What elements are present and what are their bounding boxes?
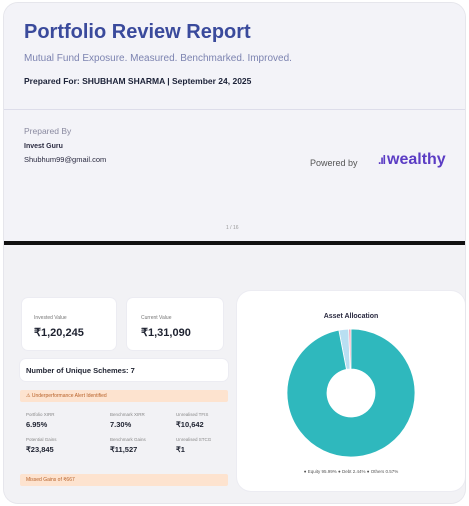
allocation-title: Asset Allocation — [323, 313, 379, 320]
metric-label: Unrealised TFIS — [176, 412, 209, 417]
allocation-card: Asset Allocation ● Equity 95.99% ● Debt … — [237, 291, 465, 491]
invested-value: ₹1,20,245 — [34, 327, 84, 339]
prepared-by-org: Invest Guru — [24, 143, 63, 150]
invested-card: Invested Value ₹1,20,245 — [22, 298, 116, 350]
alert-banner: ⚠ Underperformance Alert Identified — [20, 390, 228, 402]
current-value: ₹1,31,090 — [141, 327, 191, 339]
page-separator — [4, 241, 465, 245]
metric-label: Benchmark Gains — [110, 437, 146, 442]
metric-label: Potential Gains — [26, 437, 57, 442]
divider — [4, 109, 465, 110]
metric-value: ₹10,642 — [176, 420, 204, 429]
current-card: Current Value ₹1,31,090 — [127, 298, 223, 350]
metric-label: Portfolio XIRR — [26, 412, 55, 417]
invested-label: Invested Value — [34, 315, 67, 321]
allocation-donut — [286, 328, 416, 458]
summary-page: Invested Value ₹1,20,245 Current Value ₹… — [4, 247, 465, 503]
wealthy-logo-icon: .ıl — [378, 153, 386, 167]
metric-label: Unrealised STCG — [176, 437, 212, 442]
prepared-by-email: Shubhum99@gmail.com — [24, 155, 107, 164]
wealthy-logo: .ıl wealthy — [378, 151, 446, 169]
missed-gains-banner: Missed Gains of ₹667 — [20, 474, 228, 486]
unique-schemes: Number of Unique Schemes: 7 — [26, 366, 135, 375]
page-title: Portfolio Review Report — [24, 21, 251, 43]
current-label: Current Value — [141, 315, 172, 321]
metric-value: ₹1 — [176, 445, 185, 454]
metric-value: ₹11,527 — [110, 445, 138, 454]
brand-name: wealthy — [387, 151, 446, 168]
page-number: 1 / 16 — [226, 225, 239, 231]
metric-value: 7.30% — [110, 420, 132, 429]
alert-text: ⚠ Underperformance Alert Identified — [26, 393, 107, 399]
allocation-legend: ● Equity 95.99% ● Debt 2.44% ● Others 0.… — [303, 469, 399, 474]
metric-value: ₹23,845 — [26, 445, 54, 454]
prepared-for: Prepared For: SHUBHAM SHARMA | September… — [24, 76, 252, 86]
powered-by-label: Powered by — [310, 158, 358, 168]
report-preview: Portfolio Review Report Mutual Fund Expo… — [4, 3, 465, 503]
missed-gains-text: Missed Gains of ₹667 — [26, 477, 75, 483]
report-subtitle: Mutual Fund Exposure. Measured. Benchmar… — [24, 53, 292, 64]
metric-label: Benchmark XIRR — [110, 412, 145, 417]
pie-slice-equity — [286, 328, 416, 458]
metric-value: 6.95% — [26, 420, 48, 429]
prepared-by-label: Prepared By — [24, 126, 72, 136]
cover-page: Portfolio Review Report Mutual Fund Expo… — [4, 3, 465, 241]
